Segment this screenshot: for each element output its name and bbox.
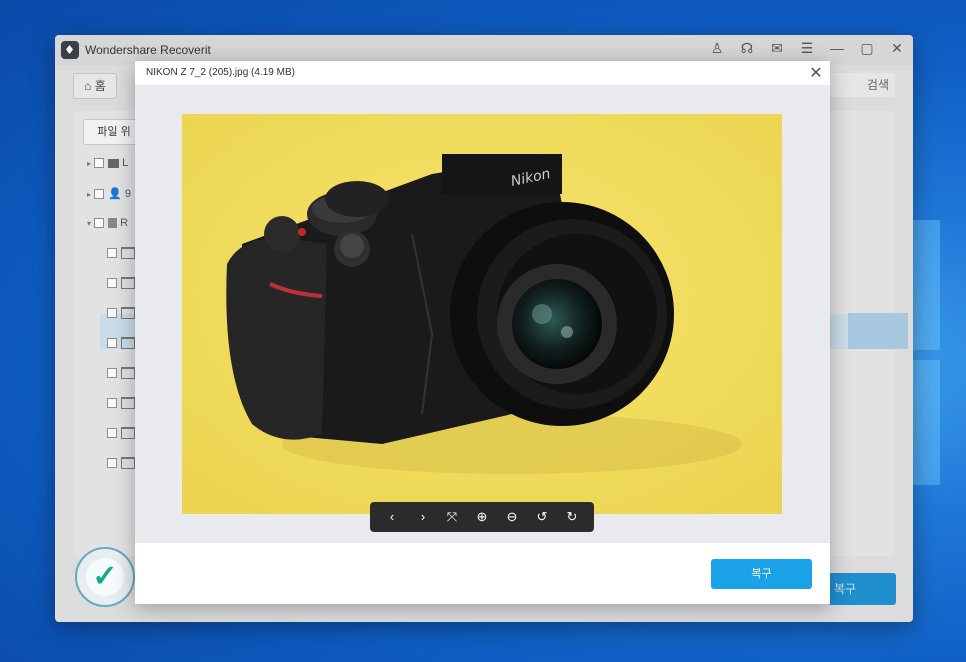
folder-row[interactable] (107, 457, 135, 479)
checkbox[interactable] (94, 189, 105, 200)
camera-photo-illustration: Nikon (182, 114, 782, 514)
image-preview-area: Nikon ‹ › ⤧ ⊕ ⊖ ↺ ↻ (135, 85, 830, 543)
app-title: Wondershare Recoverit (85, 43, 211, 57)
preview-image[interactable]: Nikon (182, 114, 782, 514)
folder-row[interactable] (107, 307, 135, 329)
folder-icon (121, 367, 135, 380)
checkbox[interactable] (107, 308, 117, 319)
checkbox[interactable] (107, 248, 117, 259)
account-icon[interactable]: ♙ (708, 40, 726, 57)
modal-footer: 복구 (135, 543, 830, 604)
recycle-bin-icon (108, 218, 118, 229)
folder-row[interactable] (107, 427, 135, 449)
maximize-icon[interactable]: ▢ (858, 40, 876, 57)
checkbox[interactable] (107, 368, 117, 379)
modal-title: NIKON Z 7_2 (205).jpg (4.19 MB) (146, 67, 295, 78)
minimize-icon[interactable]: — (828, 40, 846, 56)
fullscreen-icon[interactable]: ⤧ (442, 508, 462, 526)
home-icon: ⌂ (84, 79, 92, 93)
folder-row[interactable] (107, 277, 135, 299)
image-controls-toolbar: ‹ › ⤧ ⊕ ⊖ ↺ ↻ (370, 502, 594, 532)
folder-row[interactable] (107, 397, 135, 419)
support-headset-icon[interactable]: ☊ (738, 40, 756, 57)
chevron-left-icon[interactable]: ‹ (382, 508, 402, 526)
rotate-right-icon[interactable]: ↻ (562, 508, 582, 526)
folder-icon (121, 457, 135, 470)
close-icon[interactable]: ✕ (808, 63, 824, 83)
checkbox[interactable] (94, 158, 105, 169)
zoom-out-icon[interactable]: ⊖ (502, 508, 522, 526)
user-folder-icon: 👤 (108, 188, 122, 200)
home-label: 홈 (94, 79, 106, 93)
recover-button-main[interactable]: 복구 (828, 573, 896, 605)
home-button[interactable]: ⌂ 홈 (73, 73, 117, 99)
preview-modal: NIKON Z 7_2 (205).jpg (4.19 MB) ✕ Nikon … (135, 61, 830, 604)
folder-row[interactable] (107, 247, 135, 269)
tree-item-recycle[interactable]: ▾ R (87, 217, 128, 239)
folder-icon (121, 427, 135, 440)
scan-complete-indicator: ✓ (75, 547, 135, 607)
recover-button[interactable]: 복구 (711, 559, 812, 589)
modal-header: NIKON Z 7_2 (205).jpg (4.19 MB) ✕ (135, 61, 830, 85)
chevron-right-icon[interactable]: › (413, 508, 433, 526)
close-icon[interactable]: ✕ (888, 40, 906, 57)
zoom-in-icon[interactable]: ⊕ (472, 508, 492, 526)
rotate-left-icon[interactable]: ↺ (532, 508, 552, 526)
folder-icon (121, 397, 135, 410)
folder-icon (121, 307, 135, 320)
tree-item-label: 9 (124, 188, 131, 200)
folder-icon (121, 337, 135, 350)
folder-icon (121, 277, 135, 290)
app-logo-icon (61, 41, 79, 59)
tree-item-drive[interactable]: ▸ L (87, 157, 128, 179)
checkbox[interactable] (107, 428, 117, 439)
menu-icon[interactable]: ☰ (798, 40, 816, 57)
checkbox[interactable] (107, 338, 117, 349)
checkbox[interactable] (107, 458, 117, 469)
checkbox[interactable] (94, 218, 105, 229)
search-input[interactable]: 검색 (825, 73, 895, 97)
folder-row[interactable] (107, 337, 135, 359)
folder-icon (121, 247, 135, 260)
checkbox[interactable] (107, 398, 117, 409)
checkmark-icon: ✓ (86, 558, 124, 596)
selected-row-edge (848, 313, 908, 349)
tree-item-user[interactable]: ▸ 👤 9 (87, 187, 131, 209)
drive-icon (108, 158, 120, 168)
tree-item-label: L (122, 157, 129, 169)
checkbox[interactable] (107, 278, 117, 289)
folder-row[interactable] (107, 367, 135, 389)
mail-icon[interactable]: ✉ (768, 40, 786, 57)
tree-item-label: R (120, 217, 129, 229)
